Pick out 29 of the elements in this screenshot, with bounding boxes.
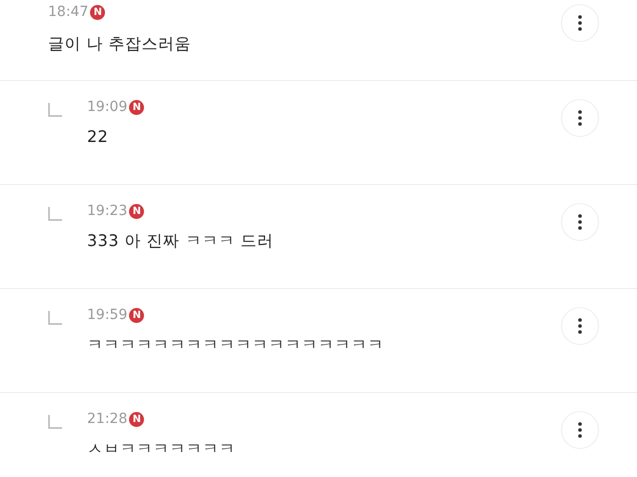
- comment-time: 21:28: [87, 411, 128, 427]
- reply-corner-icon: [48, 207, 62, 221]
- more-options-button[interactable]: [561, 307, 599, 345]
- new-badge: N: [90, 4, 106, 20]
- more-icon: [578, 318, 582, 334]
- new-badge: N: [129, 100, 144, 114]
- reply-corner-icon: [48, 311, 62, 325]
- more-icon: [578, 15, 582, 31]
- comment-time: 19:59: [87, 307, 128, 323]
- more-icon: [578, 110, 582, 126]
- comment-text: 글이 나 추잡스러움: [48, 34, 192, 55]
- more-options-button[interactable]: [561, 411, 599, 449]
- more-options-button[interactable]: [561, 203, 599, 241]
- more-options-button[interactable]: [561, 99, 599, 137]
- new-badge: N: [129, 412, 144, 426]
- comment-text: ㅋㅋㅋㅋㅋㅋㅋㅋㅋㅋㅋㅋㅋㅋㅋㅋㅋㅋ: [87, 335, 385, 356]
- new-badge: N: [129, 308, 144, 322]
- more-icon: [578, 422, 582, 438]
- comment-text: 333 아 진짜 ㅋㅋㅋ 드러: [87, 231, 274, 252]
- comment-time: 18:47: [48, 4, 88, 20]
- new-badge: N: [129, 204, 144, 218]
- comment-time: 19:23: [87, 203, 128, 219]
- reply-corner-icon: [48, 103, 62, 117]
- comment-text: 22: [87, 127, 110, 146]
- comment-time: 19:09: [87, 99, 128, 115]
- more-options-button[interactable]: [561, 4, 599, 42]
- more-icon: [578, 214, 582, 230]
- comment-text: ㅅㅂㅋㅋㅋㅋㅋㅋㅋ: [87, 439, 236, 460]
- reply-corner-icon: [48, 415, 62, 429]
